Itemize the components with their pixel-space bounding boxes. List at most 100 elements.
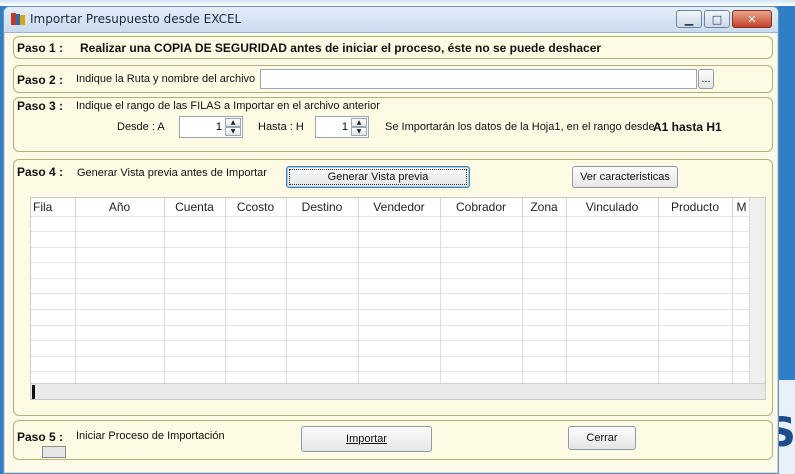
table-row[interactable]	[31, 340, 752, 357]
table-cell[interactable]	[440, 293, 523, 310]
table-row[interactable]	[31, 309, 752, 326]
column-header-destino[interactable]: Destino	[286, 198, 359, 216]
table-cell[interactable]	[566, 262, 659, 279]
table-cell[interactable]	[658, 309, 733, 326]
table-cell[interactable]	[164, 262, 226, 279]
table-row[interactable]	[31, 215, 752, 232]
table-cell[interactable]	[440, 324, 523, 341]
column-header-cobrador[interactable]: Cobrador	[440, 198, 523, 216]
table-cell[interactable]	[522, 309, 567, 326]
table-cell[interactable]	[31, 293, 76, 310]
table-cell[interactable]	[566, 231, 659, 248]
import-button[interactable]: Importar	[301, 426, 432, 452]
grid-vertical-scrollbar[interactable]	[749, 198, 765, 384]
table-cell[interactable]	[522, 355, 567, 372]
column-header-producto[interactable]: Producto	[658, 198, 733, 216]
table-cell[interactable]	[164, 324, 226, 341]
table-cell[interactable]	[658, 262, 733, 279]
table-cell[interactable]	[31, 324, 76, 341]
table-cell[interactable]	[75, 309, 165, 326]
close-window-button[interactable]: ✕	[732, 10, 772, 28]
view-features-button[interactable]: Ver caracteristicas	[572, 166, 678, 188]
table-cell[interactable]	[225, 309, 287, 326]
maximize-button[interactable]: □	[704, 10, 730, 28]
table-cell[interactable]	[286, 340, 359, 357]
table-cell[interactable]	[440, 246, 523, 263]
table-cell[interactable]	[358, 324, 441, 341]
table-cell[interactable]	[358, 231, 441, 248]
table-cell[interactable]	[164, 231, 226, 248]
table-cell[interactable]	[75, 262, 165, 279]
table-cell[interactable]	[566, 293, 659, 310]
table-cell[interactable]	[164, 340, 226, 357]
grid-horizontal-scrollbar[interactable]	[31, 383, 765, 399]
table-cell[interactable]	[164, 309, 226, 326]
grid-scroll-thumb[interactable]	[32, 385, 35, 399]
table-cell[interactable]	[164, 293, 226, 310]
table-cell[interactable]	[566, 355, 659, 372]
table-cell[interactable]	[75, 355, 165, 372]
title-bar[interactable]: Importar Presupuesto desde EXCEL ▁ □ ✕	[4, 7, 778, 33]
column-header-ccosto[interactable]: Ccosto	[225, 198, 287, 216]
generate-preview-button[interactable]: Generar Vista previa	[286, 166, 470, 188]
table-cell[interactable]	[522, 293, 567, 310]
table-cell[interactable]	[225, 355, 287, 372]
table-row[interactable]	[31, 262, 752, 279]
table-cell[interactable]	[522, 231, 567, 248]
column-header-fila[interactable]: Fila	[31, 198, 76, 216]
minimize-button[interactable]: ▁	[676, 10, 702, 28]
table-cell[interactable]	[225, 340, 287, 357]
table-cell[interactable]	[358, 355, 441, 372]
table-row[interactable]	[31, 293, 752, 310]
table-cell[interactable]	[164, 215, 226, 232]
table-cell[interactable]	[358, 293, 441, 310]
hasta-spinner[interactable]: 1 ▲ ▼	[315, 116, 369, 138]
table-cell[interactable]	[358, 262, 441, 279]
table-cell[interactable]	[225, 246, 287, 263]
table-cell[interactable]	[658, 246, 733, 263]
table-cell[interactable]	[31, 355, 76, 372]
table-cell[interactable]	[358, 215, 441, 232]
desde-down-icon[interactable]: ▼	[225, 127, 241, 136]
table-row[interactable]	[31, 246, 752, 263]
hasta-up-icon[interactable]: ▲	[351, 118, 367, 127]
table-cell[interactable]	[286, 309, 359, 326]
table-cell[interactable]	[225, 231, 287, 248]
close-button[interactable]: Cerrar	[568, 426, 636, 450]
table-cell[interactable]	[286, 262, 359, 279]
desde-spinner[interactable]: 1 ▲ ▼	[179, 116, 243, 138]
hasta-down-icon[interactable]: ▼	[351, 127, 367, 136]
table-row[interactable]	[31, 324, 752, 341]
table-cell[interactable]	[75, 246, 165, 263]
table-cell[interactable]	[75, 324, 165, 341]
table-cell[interactable]	[75, 277, 165, 294]
table-cell[interactable]	[440, 231, 523, 248]
table-cell[interactable]	[658, 231, 733, 248]
table-cell[interactable]	[286, 293, 359, 310]
table-cell[interactable]	[358, 277, 441, 294]
table-cell[interactable]	[31, 246, 76, 263]
table-cell[interactable]	[440, 340, 523, 357]
table-cell[interactable]	[440, 277, 523, 294]
table-cell[interactable]	[440, 309, 523, 326]
table-cell[interactable]	[440, 215, 523, 232]
table-row[interactable]	[31, 231, 752, 248]
table-row[interactable]	[31, 355, 752, 372]
table-cell[interactable]	[566, 340, 659, 357]
table-cell[interactable]	[75, 231, 165, 248]
table-cell[interactable]	[31, 262, 76, 279]
hasta-spinner-arrows[interactable]: ▲ ▼	[351, 118, 367, 136]
table-cell[interactable]	[225, 215, 287, 232]
table-cell[interactable]	[164, 277, 226, 294]
table-cell[interactable]	[31, 231, 76, 248]
table-cell[interactable]	[286, 231, 359, 248]
table-cell[interactable]	[164, 246, 226, 263]
table-cell[interactable]	[286, 246, 359, 263]
table-cell[interactable]	[225, 293, 287, 310]
table-cell[interactable]	[31, 215, 76, 232]
desde-spinner-arrows[interactable]: ▲ ▼	[225, 118, 241, 136]
column-header-cuenta[interactable]: Cuenta	[164, 198, 226, 216]
table-cell[interactable]	[358, 340, 441, 357]
table-cell[interactable]	[522, 277, 567, 294]
table-cell[interactable]	[658, 324, 733, 341]
